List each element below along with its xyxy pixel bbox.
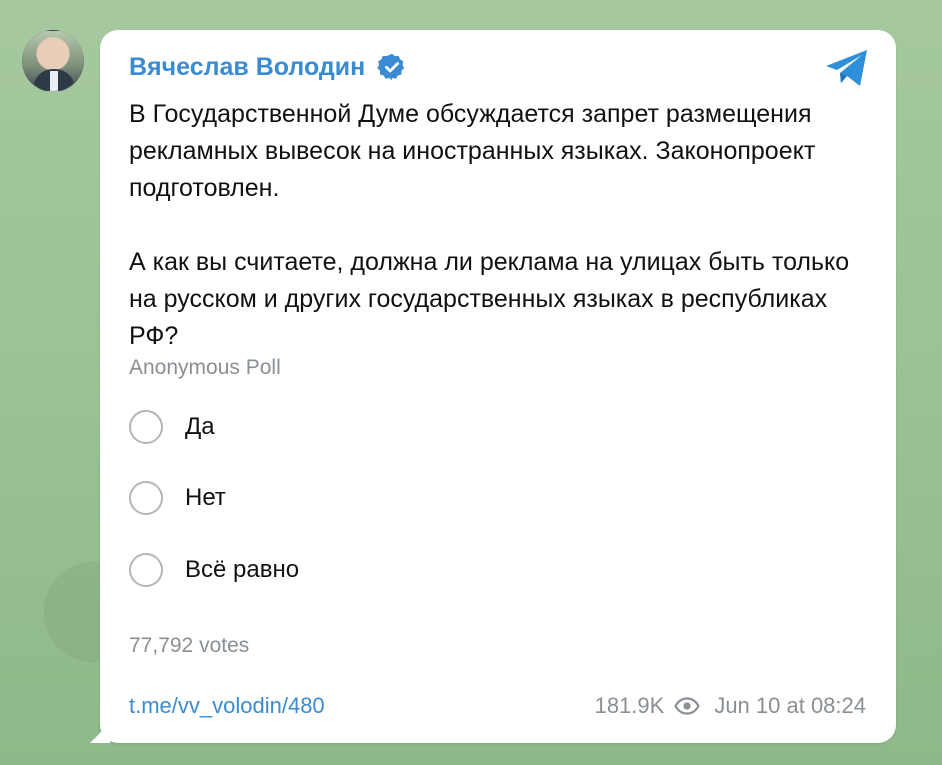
poll-option-vsyo-ravno[interactable]: Всё равно: [129, 553, 299, 587]
views-count: 181.9K: [594, 693, 665, 718]
post-link[interactable]: t.me/vv_volodin/480: [129, 693, 325, 719]
message-meta: 181.9K Jun 10 at 08:24: [595, 693, 866, 719]
telegram-icon[interactable]: [824, 48, 870, 88]
message-paragraph-2: А как вы считаете, должна ли реклама на …: [129, 248, 850, 350]
post-date: Jun 10 at 08:24: [714, 693, 866, 718]
verified-badge-icon: [377, 53, 405, 81]
author-name[interactable]: Вячеслав Володин: [129, 53, 365, 82]
message-header: Вячеслав Володин: [129, 52, 407, 82]
eye-icon: [674, 697, 701, 715]
poll-votes-count: 77,792 votes: [129, 634, 250, 657]
message-card: Вячеслав Володин В Государственной Думе …: [100, 30, 896, 743]
radio-button[interactable]: [129, 410, 163, 444]
poll-option-label: Да: [185, 413, 215, 440]
message-paragraph-1: В Государственной Думе обсуждается запре…: [129, 100, 816, 202]
avatar-shirt: [50, 71, 58, 91]
poll-option-da[interactable]: Да: [129, 410, 215, 444]
message-text: В Государственной Думе обсуждается запре…: [129, 96, 869, 355]
radio-button[interactable]: [129, 553, 163, 587]
author-avatar[interactable]: [22, 30, 84, 92]
poll-option-label: Всё равно: [185, 556, 300, 583]
poll-option-label: Нет: [185, 484, 226, 511]
poll-type-label: Anonymous Poll: [129, 356, 281, 379]
poll-option-net[interactable]: Нет: [129, 481, 226, 515]
radio-button[interactable]: [129, 481, 163, 515]
